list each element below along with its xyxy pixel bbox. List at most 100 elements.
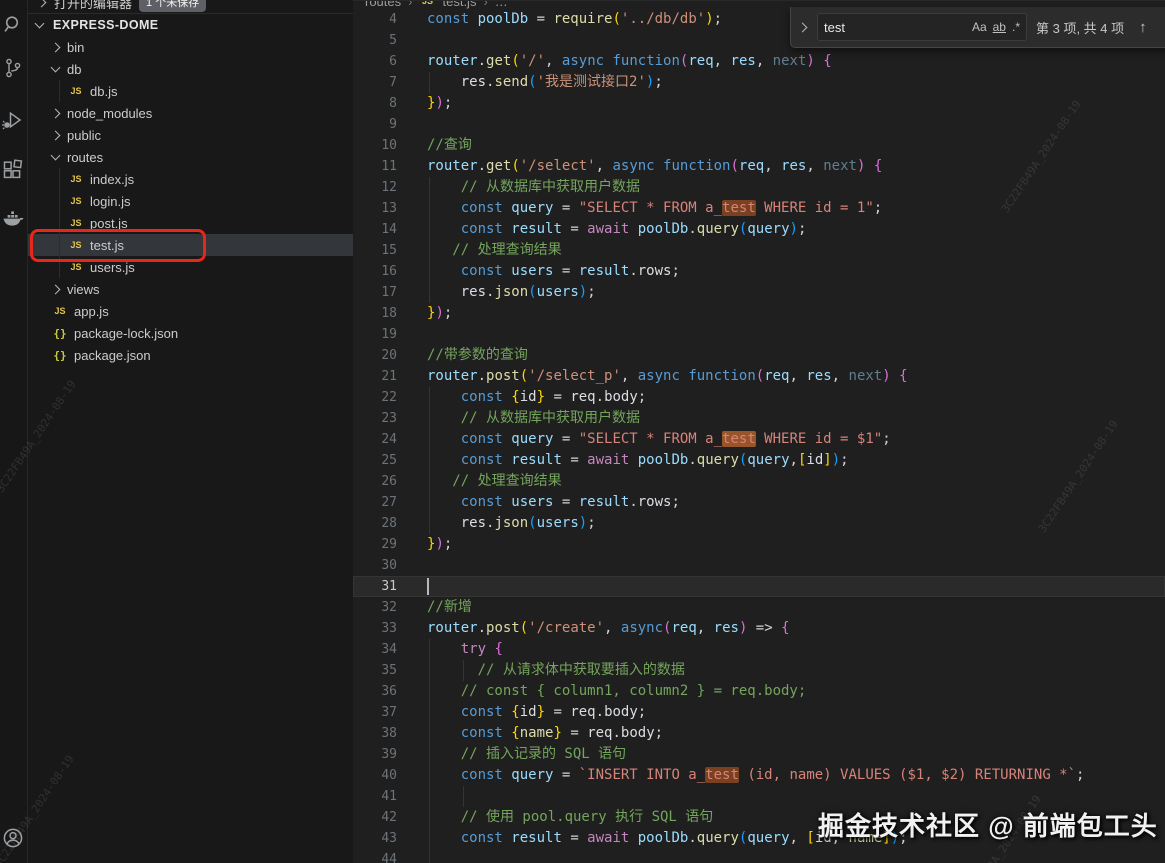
line-number: 33 xyxy=(381,621,397,636)
tree-item-bin[interactable]: bin xyxy=(28,36,353,58)
code-text: // 使用 pool.query 执行 SQL 语句 xyxy=(427,809,714,825)
tree-item-package-lock.json[interactable]: {} package-lock.json xyxy=(28,322,353,344)
code-line-14[interactable]: 14 const result = await poolDb.query(que… xyxy=(353,219,1165,240)
indent-guide xyxy=(429,660,430,681)
code-line-24[interactable]: 24 const query = "SELECT * FROM a_test W… xyxy=(353,429,1165,450)
code-line-26[interactable]: 26 // 处理查询结果 xyxy=(353,471,1165,492)
tree-item-package.json[interactable]: {} package.json xyxy=(28,344,353,366)
breadcrumb[interactable]: routes › JS test.js › … xyxy=(365,1,508,12)
tree-item-public[interactable]: public xyxy=(28,124,353,146)
tree-item-label: login.js xyxy=(90,193,131,209)
code-line-15[interactable]: 15 // 处理查询结果 xyxy=(353,240,1165,261)
code-line-44[interactable]: 44 xyxy=(353,849,1165,863)
match-case-icon[interactable]: Aa xyxy=(972,20,987,34)
line-number: 36 xyxy=(381,684,397,699)
indent-guide xyxy=(429,471,430,492)
code-line-37[interactable]: 37 const {id} = req.body; xyxy=(353,702,1165,723)
code-text: router.get('/', async function(req, res,… xyxy=(427,53,832,69)
code-line-6[interactable]: 6 router.get('/', async function(req, res… xyxy=(353,51,1165,72)
tree-item-login.js[interactable]: JS login.js xyxy=(28,190,353,212)
code-line-31[interactable]: 31 xyxy=(353,576,1165,597)
indent-guide xyxy=(429,849,430,863)
line-number: 26 xyxy=(381,474,397,489)
editor-pane[interactable]: routes › JS test.js › … test Aa ab .* 第 … xyxy=(353,0,1165,863)
indent-guide xyxy=(429,744,430,765)
code-line-23[interactable]: 23 // 从数据库中获取用户数据 xyxy=(353,408,1165,429)
docker-icon[interactable] xyxy=(1,206,26,231)
tree-item-routes[interactable]: routes xyxy=(28,146,353,168)
code-line-27[interactable]: 27 const users = result.rows; xyxy=(353,492,1165,513)
line-number: 25 xyxy=(381,453,397,468)
run-debug-icon[interactable] xyxy=(1,108,26,133)
indent-guide xyxy=(429,408,430,429)
tree-item-db[interactable]: db xyxy=(28,58,353,80)
indent-guide xyxy=(429,723,430,744)
line-number: 12 xyxy=(381,180,397,195)
code-line-13[interactable]: 13 const query = "SELECT * FROM a_test W… xyxy=(353,198,1165,219)
code-line-33[interactable]: 33 router.post('/create', async(req, res)… xyxy=(353,618,1165,639)
code-text: // 处理查询结果 xyxy=(427,242,562,258)
workspace-header[interactable]: EXPRESS-DOME xyxy=(28,14,353,36)
tree-item-views[interactable]: views xyxy=(28,278,353,300)
indent-guide xyxy=(462,786,464,807)
regex-icon[interactable]: .* xyxy=(1012,20,1020,34)
code-line-9[interactable]: 9 xyxy=(353,114,1165,135)
previous-match-button[interactable]: ↑ xyxy=(1133,19,1153,36)
code-text: const query = "SELECT * FROM a_test WHER… xyxy=(460,200,883,216)
indent-guide xyxy=(429,282,430,303)
code-line-34[interactable]: 34 try { xyxy=(353,639,1165,660)
code-line-29[interactable]: 29}); xyxy=(353,534,1165,555)
tree-item-test.js[interactable]: JS test.js xyxy=(28,234,353,256)
code-line-28[interactable]: 28 res.json(users); xyxy=(353,513,1165,534)
code-line-11[interactable]: 11 router.get('/select', async function(r… xyxy=(353,156,1165,177)
code-line-25[interactable]: 25 const result = await poolDb.query(que… xyxy=(353,450,1165,471)
code-line-32[interactable]: 32 //新增 xyxy=(353,597,1165,618)
tree-item-post.js[interactable]: JS post.js xyxy=(28,212,353,234)
find-expand-chevron-icon[interactable] xyxy=(797,22,808,32)
code-line-22[interactable]: 22 const {id} = req.body; xyxy=(353,387,1165,408)
code-line-17[interactable]: 17 res.json(users); xyxy=(353,282,1165,303)
source-control-icon[interactable] xyxy=(1,56,26,81)
account-icon[interactable] xyxy=(1,826,26,851)
tree-item-label: db.js xyxy=(90,83,118,99)
code-line-30[interactable]: 30 xyxy=(353,555,1165,576)
indent-guide xyxy=(429,807,430,828)
code-line-35[interactable]: 35 // 从请求体中获取要插入的数据 xyxy=(353,660,1165,681)
line-number: 31 xyxy=(381,579,397,594)
code-line-7[interactable]: 7 res.send('我是测试接口2'); xyxy=(353,72,1165,93)
code-line-19[interactable]: 19 xyxy=(353,324,1165,345)
whole-word-icon[interactable]: ab xyxy=(993,20,1006,34)
code-line-12[interactable]: 12 // 从数据库中获取用户数据 xyxy=(353,177,1165,198)
tree-item-node_modules[interactable]: node_modules xyxy=(28,102,353,124)
tree-item-app.js[interactable]: JS app.js xyxy=(28,300,353,322)
code-line-41[interactable]: 41 xyxy=(353,786,1165,807)
code-line-40[interactable]: 40 const query = `INSERT INTO a_test (id… xyxy=(353,765,1165,786)
code-line-39[interactable]: 39 // 插入记录的 SQL 语句 xyxy=(353,744,1165,765)
code-line-36[interactable]: 36 // const { column1, column2 } = req.b… xyxy=(353,681,1165,702)
indent-guide xyxy=(429,261,430,282)
code-line-18[interactable]: 18}); xyxy=(353,303,1165,324)
breadcrumb-item-routes[interactable]: routes xyxy=(365,1,401,9)
code-line-16[interactable]: 16 const users = result.rows; xyxy=(353,261,1165,282)
open-editors-header[interactable]: 打开的编辑器 1 个未保存 xyxy=(28,0,353,13)
extensions-icon[interactable] xyxy=(1,158,26,183)
breadcrumb-item-file[interactable]: test.js xyxy=(442,1,476,9)
indent-guide xyxy=(429,786,430,807)
indent-guide xyxy=(429,198,430,219)
code-line-21[interactable]: 21 router.post('/select_p', async functio… xyxy=(353,366,1165,387)
search-icon[interactable] xyxy=(1,13,26,38)
breadcrumb-item-symbol[interactable]: … xyxy=(495,1,508,9)
tree-item-index.js[interactable]: JS index.js xyxy=(28,168,353,190)
code-area[interactable]: 4 const poolDb = require('../db/db'); 5 6 ro… xyxy=(353,9,1165,863)
tree-item-db.js[interactable]: JS db.js xyxy=(28,80,353,102)
code-line-20[interactable]: 20 //带参数的查询 xyxy=(353,345,1165,366)
tree-item-users.js[interactable]: JS users.js xyxy=(28,256,353,278)
code-line-8[interactable]: 8}); xyxy=(353,93,1165,114)
code-line-10[interactable]: 10 //查询 xyxy=(353,135,1165,156)
next-match-button[interactable]: ↓ xyxy=(1162,19,1165,36)
line-number: 32 xyxy=(381,600,397,615)
find-input[interactable]: test Aa ab .* xyxy=(817,13,1027,41)
code-text: res.json(users); xyxy=(460,284,596,300)
code-line-38[interactable]: 38 const {name} = req.body; xyxy=(353,723,1165,744)
tree-item-label: package.json xyxy=(74,347,151,363)
